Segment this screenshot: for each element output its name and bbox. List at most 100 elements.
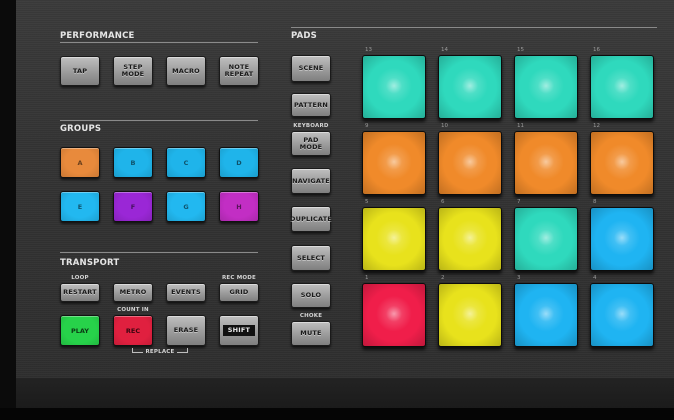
pad-number: 6 bbox=[441, 199, 445, 205]
pad-number: 13 bbox=[365, 47, 372, 53]
navigate-label: NAVIGATE bbox=[292, 176, 330, 185]
group-f-button[interactable]: F bbox=[113, 191, 153, 222]
replace-label: REPLACE bbox=[145, 349, 175, 355]
pad-number: 1 bbox=[365, 275, 369, 281]
pad-1[interactable] bbox=[362, 283, 426, 347]
transport-rule bbox=[60, 252, 258, 253]
pad-number: 9 bbox=[365, 123, 369, 129]
pad-9[interactable] bbox=[362, 131, 426, 195]
pad-number: 8 bbox=[593, 199, 597, 205]
pads-rule bbox=[291, 27, 657, 28]
pad-number: 3 bbox=[517, 275, 521, 281]
replace-bracket-right bbox=[177, 352, 188, 353]
pad-7[interactable] bbox=[514, 207, 578, 271]
mute-button[interactable]: MUTE bbox=[291, 321, 331, 346]
pad-3[interactable] bbox=[514, 283, 578, 347]
duplicate-label: DUPLICATE bbox=[290, 214, 332, 223]
group-c-button[interactable]: C bbox=[166, 147, 206, 178]
scene-label: SCENE bbox=[298, 64, 324, 72]
pad-2[interactable] bbox=[438, 283, 502, 347]
performance-title: PERFORMANCE bbox=[60, 31, 135, 41]
pad-12[interactable] bbox=[590, 131, 654, 195]
pad-number: 4 bbox=[593, 275, 597, 281]
replace-bracket-right-tick bbox=[187, 348, 188, 352]
step-mode-button[interactable]: STEP MODE bbox=[113, 56, 153, 86]
note-repeat-label: NOTE REPEAT bbox=[224, 63, 254, 78]
performance-rule bbox=[60, 42, 258, 43]
metro-label: METRO bbox=[119, 288, 147, 296]
mute-label: MUTE bbox=[300, 329, 322, 337]
solo-label: SOLO bbox=[300, 291, 322, 299]
group-e-button[interactable]: E bbox=[60, 191, 100, 222]
solo-button[interactable]: SOLO bbox=[291, 283, 331, 308]
group-button-label: H bbox=[236, 202, 242, 211]
group-d-button[interactable]: D bbox=[219, 147, 259, 178]
select-label: SELECT bbox=[296, 253, 326, 262]
pad-4[interactable] bbox=[590, 283, 654, 347]
pad-16[interactable] bbox=[590, 55, 654, 119]
pattern-button[interactable]: PATTERN bbox=[291, 93, 331, 117]
pad-5[interactable] bbox=[362, 207, 426, 271]
pad-number: 12 bbox=[593, 123, 600, 129]
group-b-button[interactable]: B bbox=[113, 147, 153, 178]
panel-bottom-edge bbox=[0, 408, 674, 420]
pattern-label: PATTERN bbox=[294, 100, 328, 109]
loop-label: LOOP bbox=[71, 275, 89, 281]
panel-bottom-strip bbox=[16, 378, 674, 408]
rec-label: REC bbox=[125, 326, 141, 335]
shift-label: SHIFT bbox=[222, 325, 256, 336]
pad-10[interactable] bbox=[438, 131, 502, 195]
group-h-button[interactable]: H bbox=[219, 191, 259, 222]
metro-button[interactable]: METRO bbox=[113, 283, 153, 302]
play-button[interactable]: PLAY bbox=[60, 315, 100, 346]
pad-number: 10 bbox=[441, 123, 448, 129]
pad-mode-button[interactable]: PAD MODE bbox=[291, 131, 331, 156]
events-button[interactable]: EVENTS bbox=[166, 283, 206, 302]
pad-mode-label: PAD MODE bbox=[299, 135, 323, 151]
group-button-label: A bbox=[77, 158, 83, 167]
group-a-button[interactable]: A bbox=[60, 147, 100, 178]
pad-11[interactable] bbox=[514, 131, 578, 195]
transport-title: TRANSPORT bbox=[60, 258, 120, 268]
play-label: PLAY bbox=[70, 326, 90, 335]
pad-number: 15 bbox=[517, 47, 524, 53]
pad-6[interactable] bbox=[438, 207, 502, 271]
count-in-label: COUNT IN bbox=[117, 307, 149, 313]
scene-button[interactable]: SCENE bbox=[291, 55, 331, 82]
pad-number: 14 bbox=[441, 47, 448, 53]
navigate-button[interactable]: NAVIGATE bbox=[291, 168, 331, 194]
group-button-label: C bbox=[183, 158, 189, 167]
select-button[interactable]: SELECT bbox=[291, 245, 331, 271]
choke-label: CHOKE bbox=[299, 313, 323, 319]
group-g-button[interactable]: G bbox=[166, 191, 206, 222]
group-button-label: G bbox=[183, 202, 189, 211]
groups-title: GROUPS bbox=[60, 124, 102, 134]
pad-number: 16 bbox=[593, 47, 600, 53]
macro-label: MACRO bbox=[172, 66, 200, 75]
pad-15[interactable] bbox=[514, 55, 578, 119]
rec-button[interactable]: REC bbox=[113, 315, 153, 346]
erase-button[interactable]: ERASE bbox=[166, 315, 206, 346]
replace-bracket-left-tick bbox=[132, 348, 133, 352]
group-button-label: F bbox=[130, 202, 136, 211]
duplicate-button[interactable]: DUPLICATE bbox=[290, 206, 332, 232]
group-button-label: D bbox=[236, 158, 242, 167]
pad-14[interactable] bbox=[438, 55, 502, 119]
replace-bracket-left bbox=[132, 352, 143, 353]
grid-button[interactable]: GRID bbox=[219, 283, 259, 302]
shift-button[interactable]: SHIFT bbox=[219, 315, 259, 346]
pad-number: 11 bbox=[517, 123, 524, 129]
pad-8[interactable] bbox=[590, 207, 654, 271]
macro-button[interactable]: MACRO bbox=[166, 56, 206, 86]
events-label: EVENTS bbox=[171, 288, 201, 296]
group-button-label: B bbox=[130, 158, 136, 167]
note-repeat-button[interactable]: NOTE REPEAT bbox=[219, 56, 259, 86]
pad-13[interactable] bbox=[362, 55, 426, 119]
tap-label: TAP bbox=[72, 66, 88, 75]
restart-button[interactable]: RESTART bbox=[60, 283, 100, 302]
step-mode-label: STEP MODE bbox=[121, 63, 145, 78]
rec-mode-label: REC MODE bbox=[221, 275, 256, 281]
groups-rule bbox=[60, 120, 258, 121]
tap-button[interactable]: TAP bbox=[60, 56, 100, 86]
group-button-label: E bbox=[77, 202, 83, 211]
